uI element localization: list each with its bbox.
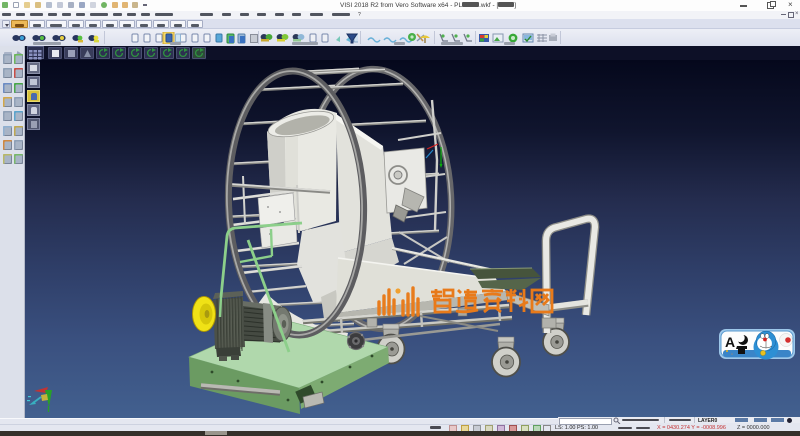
svg-text:A: A bbox=[725, 334, 735, 350]
